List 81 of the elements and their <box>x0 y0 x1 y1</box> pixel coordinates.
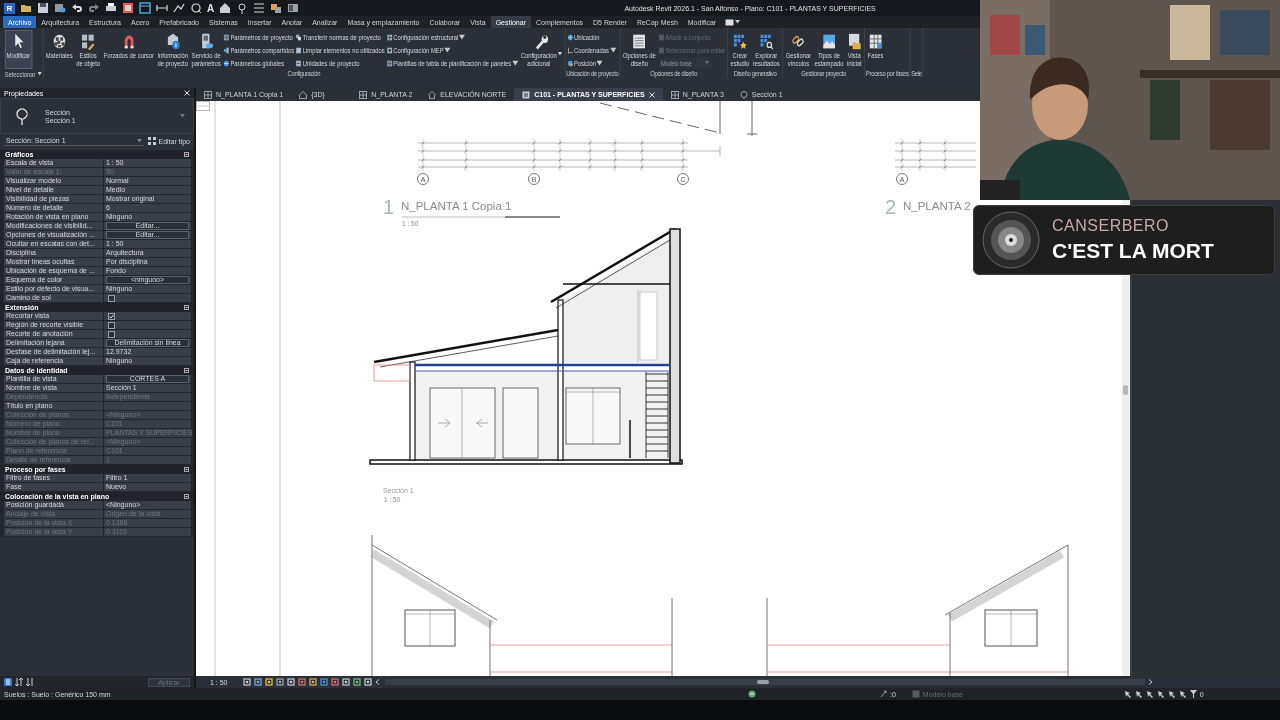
globe-icon <box>567 33 574 41</box>
checkbox[interactable] <box>108 294 115 302</box>
checkbox[interactable] <box>108 321 115 329</box>
window-icon[interactable] <box>139 2 151 14</box>
caret-icon <box>735 20 741 24</box>
grid-magnifier-icon <box>758 33 774 50</box>
table-icon <box>868 33 883 50</box>
home-icon[interactable] <box>219 2 232 14</box>
view-number: 1 <box>383 196 395 219</box>
vinyl-disc-icon <box>982 211 1040 269</box>
workset-icon[interactable] <box>748 690 756 698</box>
caret-icon <box>137 138 142 143</box>
track-title: C'EST LA MORT <box>1052 239 1214 263</box>
list-icon[interactable] <box>253 2 266 14</box>
parameters-icon <box>223 33 230 41</box>
dimension-icon[interactable] <box>156 2 168 14</box>
app-logo[interactable]: R <box>4 2 15 14</box>
caret-icon <box>512 59 519 67</box>
sort-icon[interactable] <box>15 678 23 686</box>
purge-icon <box>295 46 302 54</box>
reference-line-drawing <box>719 101 758 137</box>
open-folder-icon[interactable] <box>20 2 32 14</box>
scroll-right-icon[interactable] <box>1147 679 1153 685</box>
grid-star-icon <box>732 33 748 50</box>
plan-view-icon <box>204 90 212 99</box>
shared-parameters-icon <box>223 46 230 54</box>
section-symbol-icon <box>15 107 29 125</box>
list-window-icon <box>632 33 647 50</box>
picture-frame-icon <box>821 33 837 50</box>
save-icon[interactable] <box>37 2 49 14</box>
panel-schedule-icon <box>386 59 393 67</box>
collapse-icon[interactable] <box>184 467 189 472</box>
position-icon <box>567 59 574 67</box>
house-icon <box>299 90 308 99</box>
collapse-icon[interactable] <box>184 368 189 373</box>
checkbox[interactable] <box>108 312 115 320</box>
view-title[interactable]: N_PLANTA 2 <box>903 200 971 212</box>
print-icon[interactable] <box>105 2 117 14</box>
tile-icon[interactable] <box>287 2 300 14</box>
coordinates-icon <box>567 46 574 54</box>
mep-settings-icon <box>386 46 393 54</box>
collapse-icon[interactable] <box>184 494 189 499</box>
line-icon[interactable] <box>173 2 185 14</box>
filter-icon[interactable] <box>1189 690 1197 698</box>
caret-icon <box>37 72 42 76</box>
wrench-icon <box>533 33 549 50</box>
section-icon <box>739 90 748 99</box>
window-icon <box>725 18 735 26</box>
grid-pencil-icon <box>80 33 96 50</box>
view-title[interactable]: N_PLANTA 1 Copia 1 <box>401 200 512 212</box>
plan-view-icon <box>670 90 679 99</box>
caret-icon <box>557 52 562 56</box>
undo-icon[interactable] <box>71 2 83 14</box>
info-document-icon <box>165 33 180 50</box>
horizontal-scrollbar[interactable] <box>384 679 1145 685</box>
transfer-icon <box>295 33 302 41</box>
selection-icon <box>880 690 888 698</box>
close-icon[interactable] <box>184 90 190 96</box>
scroll-left-icon[interactable] <box>374 679 380 685</box>
structural-settings-icon <box>386 33 393 41</box>
elevation-icon <box>428 90 437 99</box>
units-icon <box>295 59 302 67</box>
section-tag-icon <box>196 101 210 111</box>
collapse-icon[interactable] <box>184 305 189 310</box>
caret-icon <box>180 114 185 118</box>
switch-windows-icon[interactable] <box>270 2 283 14</box>
artist-name: CANSERBERO <box>1052 217 1171 235</box>
checkered-sphere-icon <box>51 33 67 50</box>
close-icon <box>648 91 655 98</box>
caret-icon <box>704 61 710 65</box>
globe-parameters-icon <box>223 59 230 67</box>
window-folder-icon <box>846 33 862 50</box>
checkbox[interactable] <box>108 330 115 338</box>
collapse-icon[interactable] <box>184 152 189 157</box>
text-tool[interactable]: A <box>207 2 215 14</box>
close-windows-icon[interactable] <box>122 2 134 14</box>
plan-view-icon <box>359 90 368 99</box>
redo-icon[interactable] <box>88 2 100 14</box>
sort-icon[interactable] <box>26 678 34 686</box>
grid-icon <box>148 137 157 145</box>
view-number: 2 <box>885 196 897 219</box>
